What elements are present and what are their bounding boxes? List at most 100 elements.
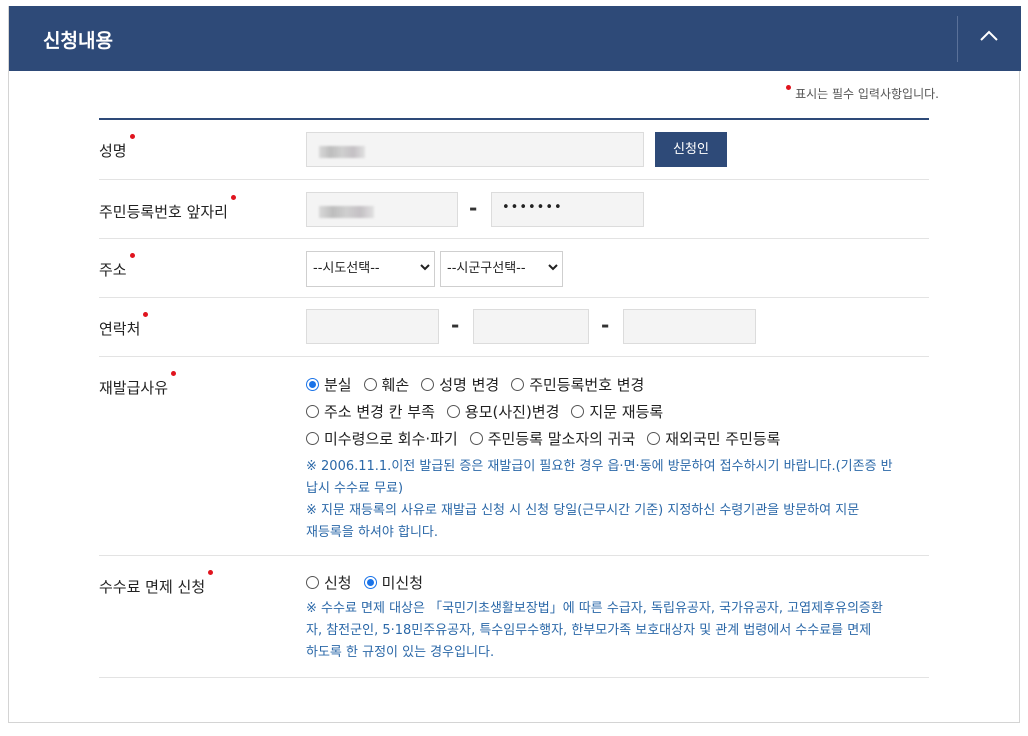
phone-part1-input[interactable] [306, 309, 439, 344]
reason-option-loss[interactable]: 분실 [306, 374, 352, 395]
contact-label: 연락처 [99, 312, 149, 339]
radio[interactable] [421, 378, 435, 391]
name-label: 성명 [99, 134, 135, 161]
required-dot [129, 134, 135, 139]
reason-options: 분실 훼손 성명 변경 주민등록번호 변경 주소 변경 칸 부족 용모(사진)변경 지문 … [306, 357, 931, 556]
option-label: 분실 [324, 376, 352, 394]
fee-note-line: 자, 참전군인, 5·18민주유공자, 특수임무수행자, 한부모가족 보호대상자… [306, 623, 872, 638]
reason-notes: ※ 2006.11.1.이전 발급된 증은 재발급이 필요한 경우 읍·면·동에… [306, 456, 931, 544]
rrn-back-value: ••••••• [502, 200, 563, 215]
phone-part2-input[interactable] [473, 309, 589, 344]
option-label: 용모(사진)변경 [464, 403, 560, 421]
reason-note-line: 납시 수수료 무료) [306, 481, 404, 496]
required-dot [786, 85, 792, 90]
reason-option-unreceived[interactable]: 미수령으로 회수·파기 [306, 428, 458, 449]
fee-note-line: 하도록 한 규정이 있는 경우입니다. [306, 645, 495, 660]
required-note: 표시는 필수 입력사항입니다. [786, 85, 939, 102]
radio[interactable] [511, 378, 525, 391]
rrn-row: 주민등록번호 앞자리 - ••••••• [99, 180, 929, 239]
fee-label: 수수료 면제 신청 [99, 570, 214, 597]
fee-notes: ※ 수수료 면제 대상은 「국민기초생활보장법」에 따른 수급자, 독립유공자,… [306, 598, 931, 664]
reason-note-line: ※ 2006.11.1.이전 발급된 증은 재발급이 필요한 경우 읍·면·동에… [306, 459, 893, 474]
option-label: 미신청 [381, 574, 424, 592]
reason-option-address-space[interactable]: 주소 변경 칸 부족 [306, 401, 435, 422]
fee-option-apply[interactable]: 신청 [306, 572, 352, 593]
radio[interactable] [647, 432, 661, 445]
reason-label: 재발급사유 [99, 371, 177, 398]
name-label-text: 성명 [99, 142, 127, 160]
address-label: 주소 [99, 253, 135, 280]
option-label: 훼손 [381, 376, 410, 394]
rrn-back-input[interactable]: ••••••• [491, 192, 644, 227]
phone-dash-1: - [451, 313, 460, 337]
reason-line-3: 미수령으로 회수·파기 주민등록 말소자의 귀국 재외국민 주민등록 [306, 428, 792, 449]
option-label: 주민등록번호 변경 [529, 376, 645, 394]
option-label: 지문 재등록 [589, 403, 664, 421]
radio-checked[interactable] [306, 378, 319, 391]
required-dot [230, 195, 236, 200]
chevron-up-icon [980, 30, 998, 41]
option-label: 신청 [324, 574, 352, 592]
required-dot [208, 570, 214, 575]
reason-line-1: 분실 훼손 성명 변경 주민등록번호 변경 [306, 374, 656, 395]
fee-row: 수수료 면제 신청 신청 미신청 ※ 수수료 면제 대상은 「국민기초생활보장법」… [99, 556, 929, 678]
panel-header: 신청내용 [9, 6, 1021, 71]
reason-option-rrn-change[interactable]: 주민등록번호 변경 [511, 374, 644, 395]
option-label: 미수령으로 회수·파기 [324, 430, 458, 448]
redacted-value [319, 146, 365, 158]
contact-row: 연락처 - - [99, 298, 929, 357]
panel-title: 신청내용 [43, 30, 113, 52]
reason-option-photo-change[interactable]: 용모(사진)변경 [446, 401, 560, 422]
radio[interactable] [306, 405, 319, 418]
reason-line-2: 주소 변경 칸 부족 용모(사진)변경 지문 재등록 [306, 401, 675, 422]
fee-label-text: 수수료 면제 신청 [99, 578, 206, 596]
sigungu-select-value: --시군구선택-- [447, 261, 526, 276]
collapse-button[interactable] [958, 6, 1021, 71]
rrn-label: 주민등록번호 앞자리 [99, 195, 236, 222]
reason-option-return[interactable]: 주민등록 말소자의 귀국 [469, 428, 636, 449]
rrn-front-input[interactable] [306, 192, 458, 227]
phone-dash-2: - [601, 313, 610, 337]
sido-select[interactable]: --시도선택-- [306, 251, 435, 287]
reason-note-line: ※ 지문 재등록의 사유로 재발급 신청 시 신청 당일(근무시간 기준) 지정… [306, 503, 860, 518]
radio[interactable] [469, 432, 483, 445]
reason-option-name-change[interactable]: 성명 변경 [421, 374, 499, 395]
address-label-text: 주소 [99, 261, 127, 279]
required-note-text: 표시는 필수 입력사항입니다. [795, 87, 939, 101]
sido-select-value: --시도선택-- [313, 261, 380, 276]
radio[interactable] [306, 576, 319, 589]
radio[interactable] [363, 378, 377, 391]
redacted-value [319, 206, 374, 218]
fee-note-line: ※ 수수료 면제 대상은 「국민기초생활보장법」에 따른 수급자, 독립유공자,… [306, 601, 883, 616]
reason-option-fingerprint[interactable]: 지문 재등록 [571, 401, 663, 422]
fee-line: 신청 미신청 [306, 572, 435, 593]
radio[interactable] [446, 405, 460, 418]
fee-option-not-apply[interactable]: 미신청 [363, 572, 424, 593]
name-input[interactable] [306, 132, 644, 167]
reason-label-text: 재발급사유 [99, 379, 169, 397]
reason-note-line: 재등록을 하셔야 합니다. [306, 525, 438, 540]
required-dot [171, 371, 177, 376]
contact-label-text: 연락처 [99, 320, 141, 338]
sigungu-select[interactable]: --시군구선택-- [440, 251, 563, 287]
rrn-dash: - [469, 196, 478, 220]
reason-option-overseas[interactable]: 재외국민 주민등록 [647, 428, 780, 449]
chevron-down-icon [420, 264, 430, 271]
applicant-button[interactable]: 신청인 [655, 132, 727, 167]
reason-option-damage[interactable]: 훼손 [363, 374, 410, 395]
option-label: 재외국민 주민등록 [665, 430, 781, 448]
radio[interactable] [571, 405, 585, 418]
radio-checked[interactable] [363, 576, 377, 589]
address-row: 주소 --시도선택-- --시군구선택-- [99, 239, 929, 298]
name-row: 성명 신청인 [99, 120, 929, 180]
application-form: 성명 신청인 주민등록번호 앞자리 - ••••••• 주소 --시도선택-- … [99, 118, 929, 678]
required-dot [143, 312, 149, 317]
phone-part3-input[interactable] [623, 309, 756, 344]
radio[interactable] [306, 432, 319, 445]
required-dot [129, 253, 135, 258]
option-label: 주민등록 말소자의 귀국 [487, 430, 636, 448]
option-label: 주소 변경 칸 부족 [324, 403, 435, 421]
chevron-down-icon [548, 264, 558, 271]
rrn-label-text: 주민등록번호 앞자리 [99, 203, 228, 221]
option-label: 성명 변경 [439, 376, 500, 394]
